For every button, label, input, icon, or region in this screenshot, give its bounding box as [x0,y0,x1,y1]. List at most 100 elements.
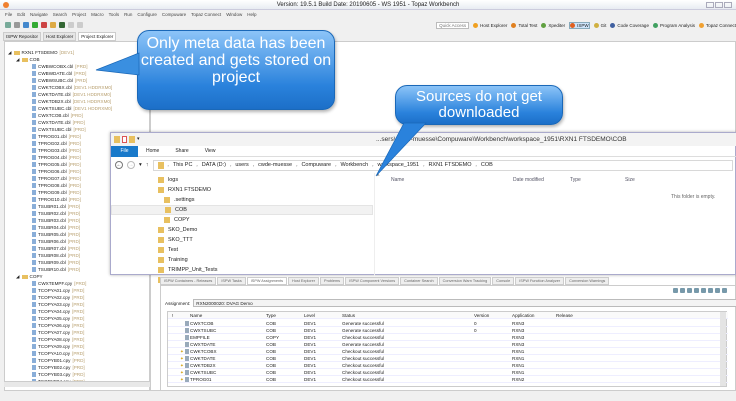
expand-icon[interactable]: ◢ [16,273,20,280]
menu-item-run[interactable]: Run [124,12,132,17]
tree-file[interactable]: TSUBR03.cbl [PRD] [32,217,80,224]
run-icon[interactable] [32,22,38,28]
menu-item-search[interactable]: Search [53,12,67,17]
tree-file[interactable]: TSUBR08.cbl [PRD] [32,252,80,259]
nav-item[interactable]: Test [158,245,178,255]
tree-file[interactable]: TPROG08.cbl [PRD] [32,182,81,189]
tree-file[interactable]: TCOPYA05.cpy [PRD] [32,315,84,322]
menu-item-project[interactable]: Project [72,12,86,17]
tree-file[interactable]: CWKTDATE.cbl [DEV1 HDDRXM0] [32,91,111,98]
tree-file[interactable]: TCOPYA01.cpy [PRD] [32,287,84,294]
column-header-flag[interactable]: ! [172,312,173,319]
perspective-code-coverage[interactable]: Code Coverage [610,22,649,28]
debug-icon[interactable] [23,22,29,28]
ribbon-tab-home[interactable]: Home [138,146,167,157]
perspective-xpediter[interactable]: Xpediter [541,22,565,28]
open-folder-icon[interactable] [50,22,56,28]
tree-file[interactable]: TSUBR02.cbl [PRD] [32,210,80,217]
back-icon[interactable] [68,22,74,28]
perspective-topaz-connect[interactable]: Topaz Connect [698,22,736,28]
tree-file[interactable]: TCOPYA10.cpy [PRD] [32,350,84,357]
menu-item-file[interactable]: File [5,12,12,17]
column-header-application[interactable]: Application [512,312,534,319]
ribbon-tab-view[interactable]: View [197,146,224,157]
breadcrumb-separator-icon[interactable]: › [335,163,336,168]
column-header-version[interactable]: Version [474,312,489,319]
tree-file[interactable]: CWKTSUBC.cbl [DEV1 HDDRXM0] [32,105,112,112]
table-row[interactable]: ✦ CWKTDB2X COB DEV1 Checkout successful RXN1 [168,362,728,369]
tree-file[interactable]: TPROG06.cbl [PRD] [32,168,81,175]
tree-file[interactable]: CWKTDB2X.cbl [DEV1 HDDRXM0] [32,98,111,105]
breadcrumb-item[interactable]: COB [481,162,493,168]
breadcrumb-item[interactable]: users [235,162,248,168]
table-row[interactable]: EMPFILE COPY DEV1 Checkout successful RXN3 [168,334,728,341]
nav-item[interactable]: Training [158,255,188,265]
tab-console[interactable]: Console [492,277,515,285]
tab-ispw-function-analyzer[interactable]: ISPW Function Analyzer [515,277,565,285]
chevron-down-icon[interactable]: ▾ [137,136,140,143]
tree-folder-cob[interactable]: ◢ COB [16,56,40,63]
column-header-level[interactable]: Level [304,312,315,319]
nav-item[interactable]: SKO_TTT [158,235,193,245]
search-icon[interactable] [680,288,685,293]
menu-item-edit[interactable]: Edit [17,12,25,17]
tree-file[interactable]: TCOPYA02.cpy [PRD] [32,294,84,301]
tab-container-search[interactable]: Container Search [400,277,438,285]
tree-file[interactable]: TCOPYA03.cpy [PRD] [32,301,84,308]
perspective-total-test[interactable]: Total Test [511,22,537,28]
menu-item-help[interactable]: Help [247,12,256,17]
refresh-icon[interactable] [673,288,678,293]
close-button[interactable] [724,2,732,8]
nav-item[interactable]: TRIMPP_Unit_Tests [158,265,218,275]
breadcrumb-item[interactable]: Workbench [340,162,368,168]
tree-file[interactable]: CWKTCOBX.cbl [DEV1 HDDRXM0] [32,84,112,91]
column-header-type[interactable]: Type [570,177,581,183]
column-header-status[interactable]: Status [342,312,355,319]
perspective-host-explorer[interactable]: Host Explorer [473,22,507,28]
tab-host-explorer[interactable]: Host Explorer [288,277,320,285]
tree-folder-copy[interactable]: ◢ COPY [16,273,43,280]
column-header-name[interactable]: Name [190,312,202,319]
perspective-program-analysis[interactable]: Program Analysis [652,22,695,28]
nav-item[interactable]: SKO_Demo [158,225,197,235]
table-scrollbar[interactable] [720,312,726,386]
tab-problems[interactable]: Problems [320,277,345,285]
tree-file[interactable]: TCOPYB02.cpy [PRD] [32,364,85,371]
horizontal-scrollbar[interactable] [4,381,150,387]
column-header-size[interactable]: Size [625,177,635,183]
minimize-button[interactable] [706,2,714,8]
table-row[interactable]: CWXTSUBC COB DEV1 Generate successful 0 RXN3 [168,327,728,334]
tree-file[interactable]: TPROG07.cbl [PRD] [32,175,81,182]
expand-icon[interactable]: ◢ [8,49,12,56]
back-button[interactable]: ← [115,161,123,169]
terminal-icon[interactable] [59,22,65,28]
tree-file[interactable]: CWBWDATE.cbl [PRD] [32,70,86,77]
column-header-date-modified[interactable]: Date modified [513,177,544,183]
column-header-type[interactable]: Type [266,312,276,319]
tab-ispw-component-versions[interactable]: ISPW Component Versions [345,277,400,285]
tree-file[interactable]: TPROG09.cbl [PRD] [32,189,81,196]
tree-file[interactable]: TPROG04.cbl [PRD] [32,154,81,161]
external-tools-icon[interactable] [41,22,47,28]
tree-file[interactable]: TSUBR04.cbl [PRD] [32,224,80,231]
breadcrumb-item[interactable]: RXN1 FTSDEMO [428,162,471,168]
menu-item-macro[interactable]: Macro [91,12,104,17]
tab-ispw-repositor[interactable]: ISPW Repositor [3,31,42,41]
tab-host-explorer[interactable]: Host Explorer [43,31,77,41]
export-icon[interactable] [722,288,727,293]
tree-file[interactable]: TSUBR07.cbl [PRD] [32,245,80,252]
table-row[interactable]: ✦ CWKTDATE COB DEV1 Checkout successful RXN1 [168,355,728,362]
tree-file[interactable]: TCOPYA04.cpy [PRD] [32,308,84,315]
tree-file[interactable]: TSUBR10.cbl [PRD] [32,266,80,273]
nav-item[interactable]: .settings [164,195,194,205]
nav-scrollbar[interactable]: ^ [374,173,384,276]
menu-item-topaz-connect[interactable]: Topaz Connect [191,12,221,17]
regress-icon[interactable] [701,288,706,293]
breadcrumb-item[interactable]: cwde-muesse [258,162,292,168]
breadcrumb-separator-icon[interactable]: › [196,163,197,168]
tree-file[interactable]: TSUBR06.cbl [PRD] [32,238,80,245]
tab-conversion-warn-tracking[interactable]: Conversion Warn Tracking [438,277,492,285]
recent-locations-icon[interactable]: ▾ [139,162,142,168]
tree-file[interactable]: CWXTCOB.cbl [PRD] [32,112,83,119]
tree-file[interactable]: TPROG10.cbl [PRD] [32,196,81,203]
